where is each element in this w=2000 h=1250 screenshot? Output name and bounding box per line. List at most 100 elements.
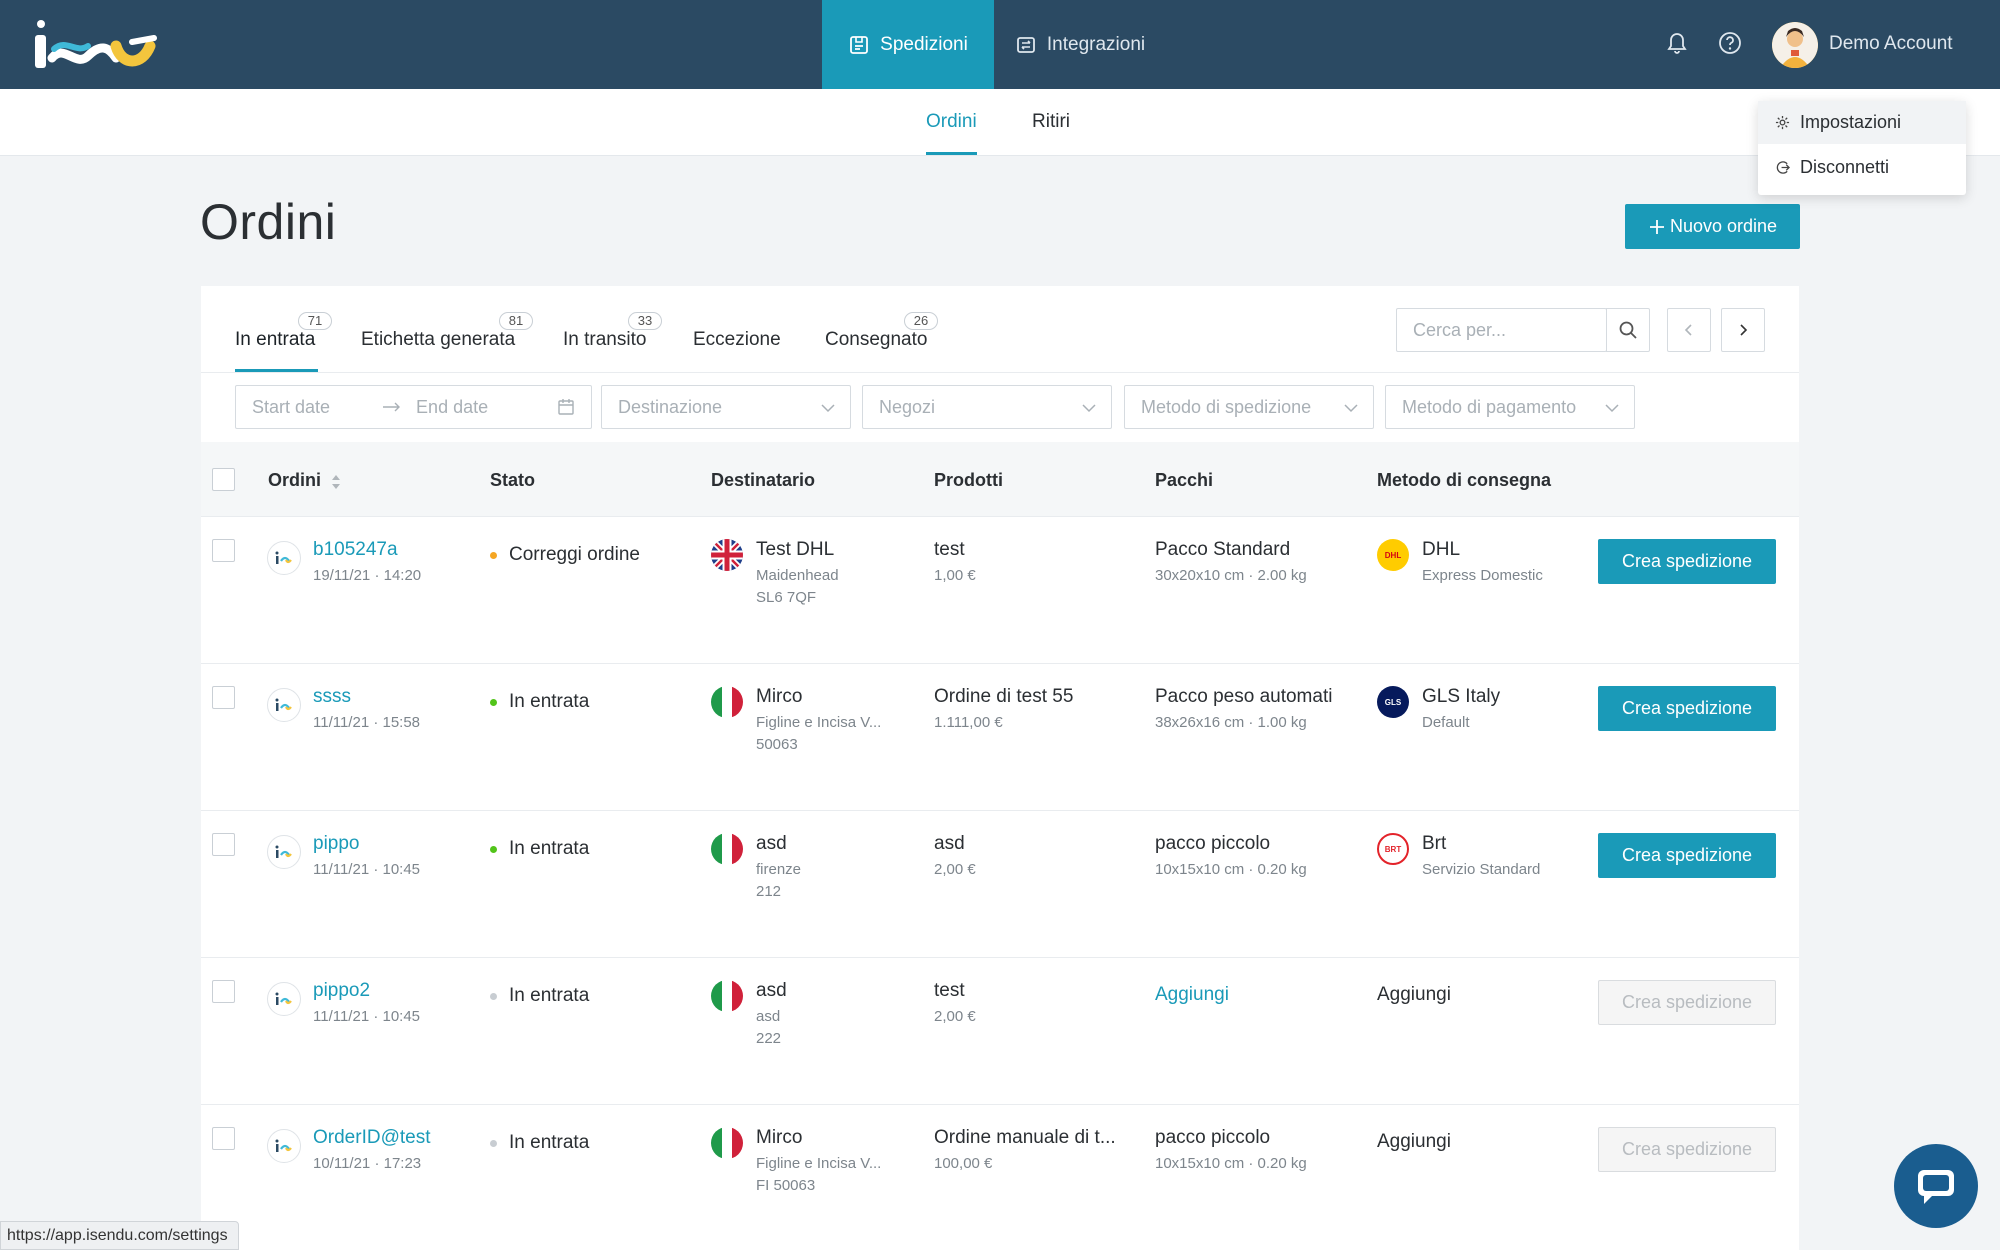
shipping-method-select[interactable]: Metodo di spedizione (1124, 385, 1374, 429)
recipient-city: Maidenhead (756, 567, 839, 584)
order-id-link[interactable]: pippo (313, 833, 360, 855)
recipient-postcode: SL6 7QF (756, 589, 817, 606)
status-label: In entrata (509, 691, 590, 712)
recipient-name: asd (756, 833, 787, 854)
table-row[interactable]: ssss 11/11/21 · 15:58 In entrata Mirco F… (201, 664, 1799, 811)
recipient-city: asd (756, 1008, 781, 1025)
status-badge: Correggi ordine (490, 544, 640, 566)
carrier-service: Express Domestic (1422, 567, 1543, 584)
table-row[interactable]: pippo 11/11/21 · 10:45 In entrata asd fi… (201, 811, 1799, 958)
order-id-link[interactable]: ssss (313, 686, 351, 708)
add-package-link[interactable]: Aggiungi (1155, 984, 1333, 1006)
account-name[interactable]: Demo Account (1829, 33, 1953, 55)
menu-item-impostazioni[interactable]: Impostazioni (1758, 101, 1966, 144)
create-shipment-button[interactable]: Crea spedizione (1598, 539, 1776, 584)
create-shipment-button[interactable]: Crea spedizione (1598, 686, 1776, 731)
payment-method-select[interactable]: Metodo di pagamento (1385, 385, 1635, 429)
status-dot (490, 992, 497, 1000)
tab-in-entrata[interactable]: In entrata (235, 329, 315, 351)
package-name: pacco piccolo (1155, 1127, 1271, 1148)
row-checkbox[interactable] (212, 1127, 235, 1150)
package-dimensions: 10x15x10 cm · 0.20 kg (1155, 1155, 1307, 1172)
order-id-link[interactable]: pippo2 (313, 980, 370, 1002)
recipient-postcode: 222 (756, 1030, 782, 1047)
gls-logo-icon: GLS (1377, 686, 1409, 718)
row-checkbox[interactable] (212, 539, 235, 562)
select-all-checkbox[interactable] (212, 468, 235, 491)
date-range-picker[interactable]: Start date End date (235, 385, 592, 429)
prev-page-button[interactable] (1667, 308, 1711, 352)
tab-in-transito[interactable]: In transito (563, 329, 646, 351)
source-icon (267, 688, 301, 722)
sort-icon[interactable] (330, 472, 342, 492)
page-title: Ordini (200, 194, 337, 250)
search-icon (1619, 321, 1637, 339)
browser-status-url: https://app.isendu.com/settings (0, 1221, 239, 1250)
payment-method-placeholder: Metodo di pagamento (1402, 396, 1577, 417)
status-badge: In entrata (490, 985, 589, 1007)
chevron-down-icon (1605, 404, 1619, 413)
recipient-city: Figline e Incisa V... (756, 1155, 882, 1172)
row-checkbox[interactable] (212, 833, 235, 856)
next-page-button[interactable] (1721, 308, 1765, 352)
table-row[interactable]: OrderID@test 10/11/21 · 17:23 In entrata… (201, 1105, 1799, 1250)
destination-select[interactable]: Destinazione (601, 385, 851, 429)
dhl-logo-icon: DHL (1377, 539, 1409, 571)
order-id-link[interactable]: OrderID@test (313, 1127, 430, 1149)
create-shipment-button[interactable]: Crea spedizione (1598, 833, 1776, 878)
new-order-button[interactable]: Nuovo ordine (1625, 204, 1800, 249)
tab-consegnato[interactable]: Consegnato (825, 329, 927, 351)
column-header-stato: Stato (490, 470, 535, 490)
package-dimensions: 38x26x16 cm · 1.00 kg (1155, 714, 1307, 731)
menu-item-disconnetti[interactable]: Disconnetti (1758, 146, 1966, 189)
recipient-name: Mirco (756, 686, 803, 707)
subtab-ordini[interactable]: Ordini (926, 111, 977, 133)
nav-tab-integrazioni[interactable]: Integrazioni (994, 0, 1166, 89)
status-dot (490, 845, 497, 853)
plus-icon (1649, 219, 1664, 234)
logout-icon (1776, 161, 1790, 174)
row-checkbox[interactable] (212, 980, 235, 1003)
tab-etichetta-generata[interactable]: Etichetta generata (361, 329, 515, 351)
status-dot (490, 551, 497, 559)
nav-tab-spedizioni[interactable]: Spedizioni (822, 0, 994, 89)
subtab-ritiri[interactable]: Ritiri (1032, 111, 1070, 133)
carrier-service: Servizio Standard (1422, 861, 1541, 878)
flag-it-icon (711, 980, 743, 1012)
start-date-input[interactable]: Start date (252, 397, 330, 418)
tab-eccezione[interactable]: Eccezione (693, 329, 781, 351)
create-shipment-button[interactable]: Crea spedizione (1598, 980, 1776, 1025)
shops-select[interactable]: Negozi (862, 385, 1112, 429)
search-input[interactable]: Cerca per... (1396, 308, 1607, 352)
shops-placeholder: Negozi (879, 396, 936, 417)
new-order-label: Nuovo ordine (1669, 216, 1778, 236)
status-dot (490, 1139, 497, 1147)
table-row[interactable]: b105247a 19/11/21 · 14:20 Correggi ordin… (201, 517, 1799, 664)
carrier-service: Default (1422, 714, 1470, 731)
search-button[interactable] (1606, 308, 1650, 352)
add-carrier-link[interactable]: Aggiungi (1377, 1131, 1451, 1153)
end-date-input[interactable]: End date (416, 397, 488, 418)
product-price: 1.111,00 € (934, 714, 1003, 731)
table-row[interactable]: pippo2 11/11/21 · 10:45 In entrata asd a… (201, 958, 1799, 1105)
nav-tab-label: Spedizioni (880, 33, 968, 55)
isendu-logo[interactable] (32, 18, 157, 72)
row-checkbox[interactable] (212, 686, 235, 709)
gear-icon (1775, 115, 1790, 130)
create-shipment-button[interactable]: Crea spedizione (1598, 1127, 1776, 1172)
order-id-link[interactable]: b105247a (313, 539, 398, 561)
source-icon (267, 1129, 301, 1163)
tab-count-badge: 71 (298, 312, 332, 330)
status-badge: In entrata (490, 838, 589, 860)
help-icon[interactable] (1717, 30, 1743, 56)
product-price: 2,00 € (934, 1008, 976, 1025)
column-header-ordini[interactable]: Ordini (268, 470, 321, 491)
bell-icon[interactable] (1664, 30, 1690, 56)
package-name: Pacco Standard (1155, 539, 1291, 560)
chat-button[interactable] (1894, 1144, 1978, 1228)
add-carrier-link[interactable]: Aggiungi (1377, 984, 1451, 1006)
avatar[interactable] (1772, 22, 1818, 68)
status-badge: In entrata (490, 691, 589, 713)
chevron-down-icon (1082, 404, 1096, 413)
order-date: 10/11/21 · 17:23 (313, 1155, 422, 1172)
